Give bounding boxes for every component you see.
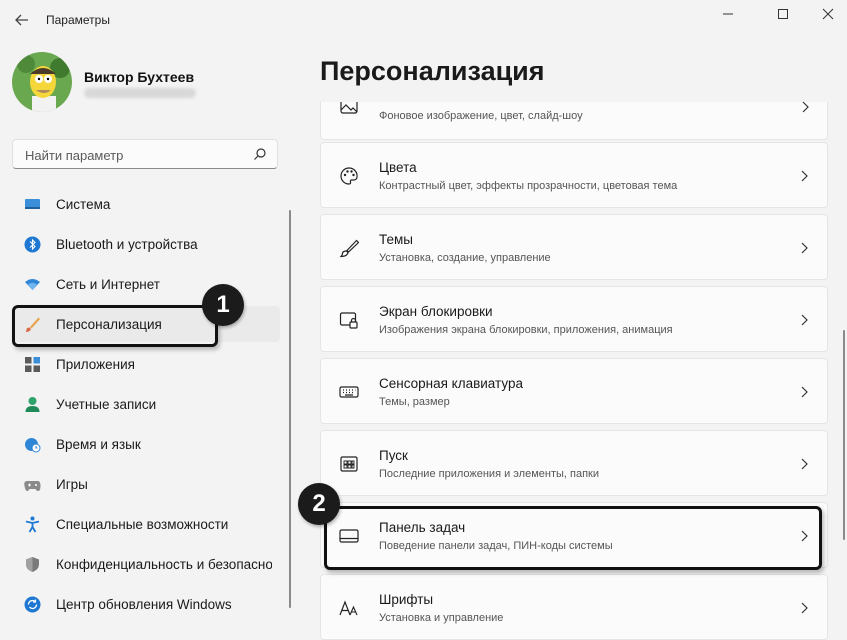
sidebar-item-label: Сеть и Интернет <box>56 277 160 292</box>
fonts-icon <box>339 598 359 618</box>
sidebar-item-windows-update[interactable]: Центр обновления Windows <box>12 586 280 622</box>
picture-icon <box>339 102 359 116</box>
setting-title: Цвета <box>379 160 417 175</box>
sidebar-item-label: Специальные возможности <box>56 517 229 532</box>
window-title: Параметры <box>46 13 110 27</box>
sidebar-nav: Система Bluetooth и устройства Сеть и Ин… <box>12 186 280 626</box>
close-icon[interactable] <box>816 6 840 22</box>
chevron-right-icon <box>799 385 809 399</box>
chevron-right-icon <box>799 169 809 183</box>
setting-start[interactable]: Пуск Последние приложения и элементы, па… <box>320 430 828 496</box>
setting-fonts[interactable]: Шрифты Установка и управление <box>320 574 828 640</box>
title-bar: Параметры <box>0 0 847 40</box>
start-icon <box>339 454 359 474</box>
sidebar-item-accounts[interactable]: Учетные записи <box>12 386 280 422</box>
sidebar-item-privacy-security[interactable]: Конфиденциальность и безопасность <box>12 546 280 582</box>
keyboard-icon <box>339 382 359 402</box>
sidebar-item-system[interactable]: Система <box>12 186 280 222</box>
search-input[interactable] <box>23 146 247 164</box>
sidebar-item-label: Учетные записи <box>56 397 157 412</box>
setting-title: Темы <box>379 232 413 247</box>
setting-touch-keyboard[interactable]: Сенсорная клавиатура Темы, размер <box>320 358 828 424</box>
setting-desc: Установка и управление <box>379 612 504 624</box>
sidebar-item-label: Центр обновления Windows <box>56 597 232 612</box>
avatar <box>12 52 72 112</box>
sidebar-item-accessibility[interactable]: Специальные возможности <box>12 506 280 542</box>
person-icon <box>24 396 41 413</box>
sidebar-item-label: Приложения <box>56 357 135 372</box>
highlight-personalization <box>12 305 218 347</box>
search-box[interactable] <box>12 139 278 169</box>
sidebar-item-label: Время и язык <box>56 437 141 452</box>
apps-icon <box>24 356 41 373</box>
update-icon <box>24 596 41 613</box>
highlight-taskbar <box>324 506 822 570</box>
sidebar-item-label: Bluetooth и устройства <box>56 237 198 252</box>
sidebar-item-label: Система <box>56 197 111 212</box>
sidebar-item-bluetooth[interactable]: Bluetooth и устройства <box>12 226 280 262</box>
setting-colors[interactable]: Цвета Контрастный цвет, эффекты прозрачн… <box>320 142 828 208</box>
chevron-right-icon <box>799 241 809 255</box>
wifi-icon <box>24 276 41 293</box>
setting-title: Сенсорная клавиатура <box>379 376 523 391</box>
sidebar-item-gaming[interactable]: Игры <box>12 466 280 502</box>
palette-icon <box>339 166 359 186</box>
chevron-right-icon <box>799 75 809 89</box>
setting-title: Пуск <box>379 448 408 463</box>
setting-lock-screen[interactable]: Экран блокировки Изображения экрана блок… <box>320 286 828 352</box>
sidebar-scrollbar[interactable] <box>289 210 291 608</box>
setting-desc: Установка, создание, управление <box>379 252 551 264</box>
lock-screen-icon <box>339 310 359 330</box>
setting-desc: Изображения экрана блокировки, приложени… <box>379 324 673 336</box>
setting-desc: Темы, размер <box>379 396 450 408</box>
minimize-icon[interactable] <box>716 6 740 22</box>
setting-themes[interactable]: Темы Установка, создание, управление <box>320 214 828 280</box>
chevron-right-icon <box>799 313 809 327</box>
maximize-icon[interactable] <box>771 6 795 22</box>
back-arrow-icon[interactable] <box>12 10 32 30</box>
monitor-icon <box>24 196 41 213</box>
globe-clock-icon <box>24 436 41 453</box>
sidebar-item-apps[interactable]: Приложения <box>12 346 280 382</box>
sidebar-item-label: Конфиденциальность и безопасность <box>56 557 272 572</box>
page-title: Персонализация <box>320 56 545 86</box>
user-email-blurred <box>84 88 196 98</box>
setting-desc: Контрастный цвет, эффекты прозрачности, … <box>379 180 678 192</box>
setting-title: Шрифты <box>379 592 434 607</box>
chevron-right-icon <box>799 457 809 471</box>
gamepad-icon <box>24 476 41 493</box>
bluetooth-icon <box>24 236 41 253</box>
accessibility-icon <box>24 516 41 533</box>
step-badge-2: 2 <box>298 483 340 525</box>
chevron-right-icon <box>800 100 810 114</box>
search-icon[interactable] <box>253 147 267 161</box>
shield-icon <box>24 556 41 573</box>
setting-title: Экран блокировки <box>379 304 493 319</box>
step-badge-1: 1 <box>202 284 244 326</box>
setting-desc: Фоновое изображение, цвет, слайд-шоу <box>379 110 583 122</box>
brush-icon <box>339 238 360 258</box>
sidebar-item-time-language[interactable]: Время и язык <box>12 426 280 462</box>
sidebar-item-label: Игры <box>56 477 88 492</box>
chevron-right-icon <box>799 601 809 615</box>
setting-desc: Последние приложения и элементы, папки <box>379 468 599 480</box>
user-name: Виктор Бухтеев <box>84 69 195 85</box>
content-scrollbar[interactable] <box>843 330 845 540</box>
